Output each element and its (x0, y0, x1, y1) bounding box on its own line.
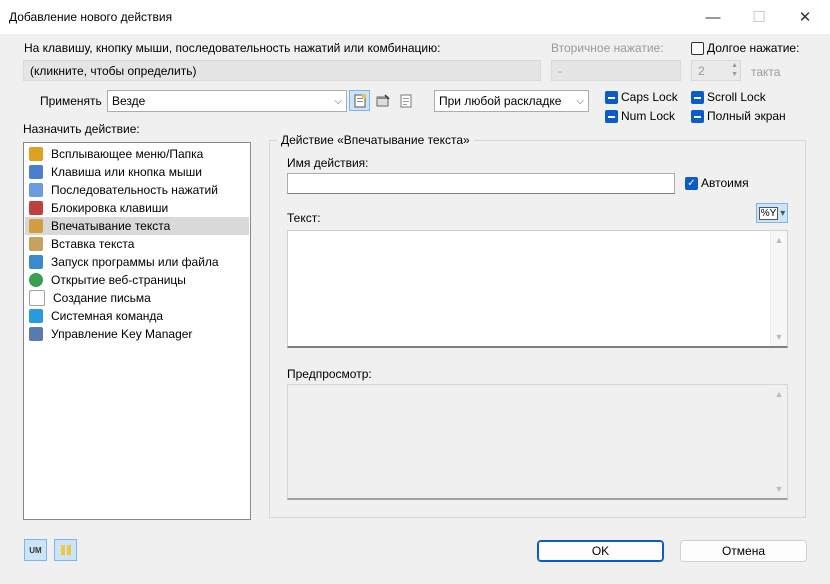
key-manager-icon (29, 327, 43, 341)
action-name-label: Имя действия: (287, 156, 369, 170)
caps-lock-label: Caps Lock (621, 90, 678, 104)
maximize-icon: ☐ (752, 9, 766, 26)
app-list-button[interactable] (349, 90, 370, 111)
pause-icon (60, 545, 71, 555)
macro-label: %Y (758, 206, 779, 220)
window-icon (376, 93, 390, 106)
scope-value: Везде (112, 94, 146, 108)
action-item-create-email[interactable]: Создание письма (25, 289, 249, 307)
macro-button[interactable]: %Y ▾ (756, 203, 788, 223)
close-button[interactable]: ✕ (782, 0, 828, 34)
num-lock-label: Num Lock (621, 109, 676, 123)
text-scrollbar[interactable]: ▲ ▼ (770, 231, 787, 346)
scroll-lock-checkbox[interactable] (691, 91, 704, 104)
long-press-value: 2 (698, 64, 705, 78)
long-press-unit: такта (751, 65, 781, 79)
action-item-key-or-mouse[interactable]: Клавиша или кнопка мыши (25, 163, 249, 181)
action-item-system-command[interactable]: Системная команда (25, 307, 249, 325)
action-item-type-text[interactable]: Впечатывание текста (25, 217, 249, 235)
caps-lock-checkbox[interactable] (605, 91, 618, 104)
window-title: Добавление нового действия (9, 10, 173, 24)
action-item-run-program[interactable]: Запуск программы или файла (25, 253, 249, 271)
preview-area: ▲ ▼ (287, 384, 788, 500)
autoname-label: Автоимя (701, 176, 749, 190)
chevron-down-icon: ⌵ (334, 95, 342, 107)
preview-scrollbar[interactable]: ▲ ▼ (770, 385, 787, 498)
new-document-icon (354, 93, 366, 107)
um-badge: UM (29, 545, 42, 555)
trigger-field[interactable]: (кликните, чтобы определить) (23, 60, 541, 81)
long-press-stepper: 2 ▲ ▼ (691, 60, 741, 81)
scroll-up-icon: ▲ (774, 389, 784, 399)
scroll-down-icon: ▼ (774, 332, 784, 342)
num-lock-checkbox[interactable] (605, 110, 618, 123)
long-press-label: Долгое нажатие: (707, 41, 800, 55)
scope-select[interactable]: Везде ⌵ (107, 90, 347, 112)
action-name-input[interactable] (287, 173, 675, 194)
app-props-button[interactable] (395, 90, 416, 111)
type-text-icon (29, 219, 43, 233)
um-button[interactable]: UM (24, 539, 47, 561)
minimize-button[interactable]: — (690, 0, 736, 34)
minimize-icon: — (705, 8, 721, 26)
text-label: Текст: (287, 211, 321, 225)
document-icon (400, 94, 411, 107)
action-item-key-manager[interactable]: Управление Key Manager (25, 325, 249, 343)
globe-icon (29, 273, 43, 287)
checkmark-icon: ✓ (687, 177, 696, 189)
layout-value: При любой раскладке (439, 94, 562, 108)
key-icon (29, 165, 43, 179)
action-item-open-webpage[interactable]: Открытие веб-страницы (25, 271, 249, 289)
layout-select[interactable]: При любой раскладке ⌵ (434, 90, 589, 112)
fullscreen-label: Полный экран (707, 109, 786, 123)
action-item-popup-menu[interactable]: Всплывающее меню/Папка (25, 145, 249, 163)
action-group-label: Действие «Впечатывание текста» (277, 133, 474, 147)
scroll-up-icon: ▲ (774, 235, 784, 245)
pause-button[interactable] (54, 539, 77, 561)
preview-label: Предпросмотр: (287, 367, 372, 381)
text-area[interactable]: ▲ ▼ (287, 230, 788, 348)
close-icon: ✕ (798, 9, 812, 26)
app-folder-button[interactable] (372, 90, 393, 111)
action-item-key-sequence[interactable]: Последовательность нажатий (25, 181, 249, 199)
stepper-arrows-icon: ▲ ▼ (731, 62, 738, 78)
secondary-press-label: Вторичное нажатие: (551, 41, 664, 55)
keys-icon (29, 183, 43, 197)
folder-icon (29, 147, 43, 161)
trigger-label: На клавишу, кнопку мыши, последовательно… (24, 41, 441, 55)
fullscreen-checkbox[interactable] (691, 110, 704, 123)
maximize-button: ☐ (736, 0, 782, 34)
action-item-key-block[interactable]: Блокировка клавиши (25, 199, 249, 217)
program-icon (29, 255, 43, 269)
scroll-down-icon: ▼ (774, 484, 784, 494)
secondary-press-field: - (551, 60, 681, 81)
actions-label: Назначить действие: (23, 122, 140, 136)
actions-list[interactable]: Всплывающее меню/Папка Клавиша или кнопк… (23, 142, 251, 520)
cancel-button[interactable]: Отмена (680, 540, 807, 562)
scroll-lock-label: Scroll Lock (707, 90, 766, 104)
chevron-down-icon: ▾ (780, 207, 786, 219)
envelope-icon (29, 290, 45, 306)
autoname-checkbox[interactable]: ✓ (685, 177, 698, 190)
long-press-checkbox[interactable] (691, 42, 704, 55)
chevron-down-icon: ⌵ (576, 95, 584, 107)
monitor-icon (29, 309, 43, 323)
action-item-paste-text[interactable]: Вставка текста (25, 235, 249, 253)
clipboard-icon (29, 237, 43, 251)
block-key-icon (29, 201, 43, 215)
ok-button[interactable]: OK (537, 540, 664, 562)
apply-label: Применять (40, 94, 102, 108)
